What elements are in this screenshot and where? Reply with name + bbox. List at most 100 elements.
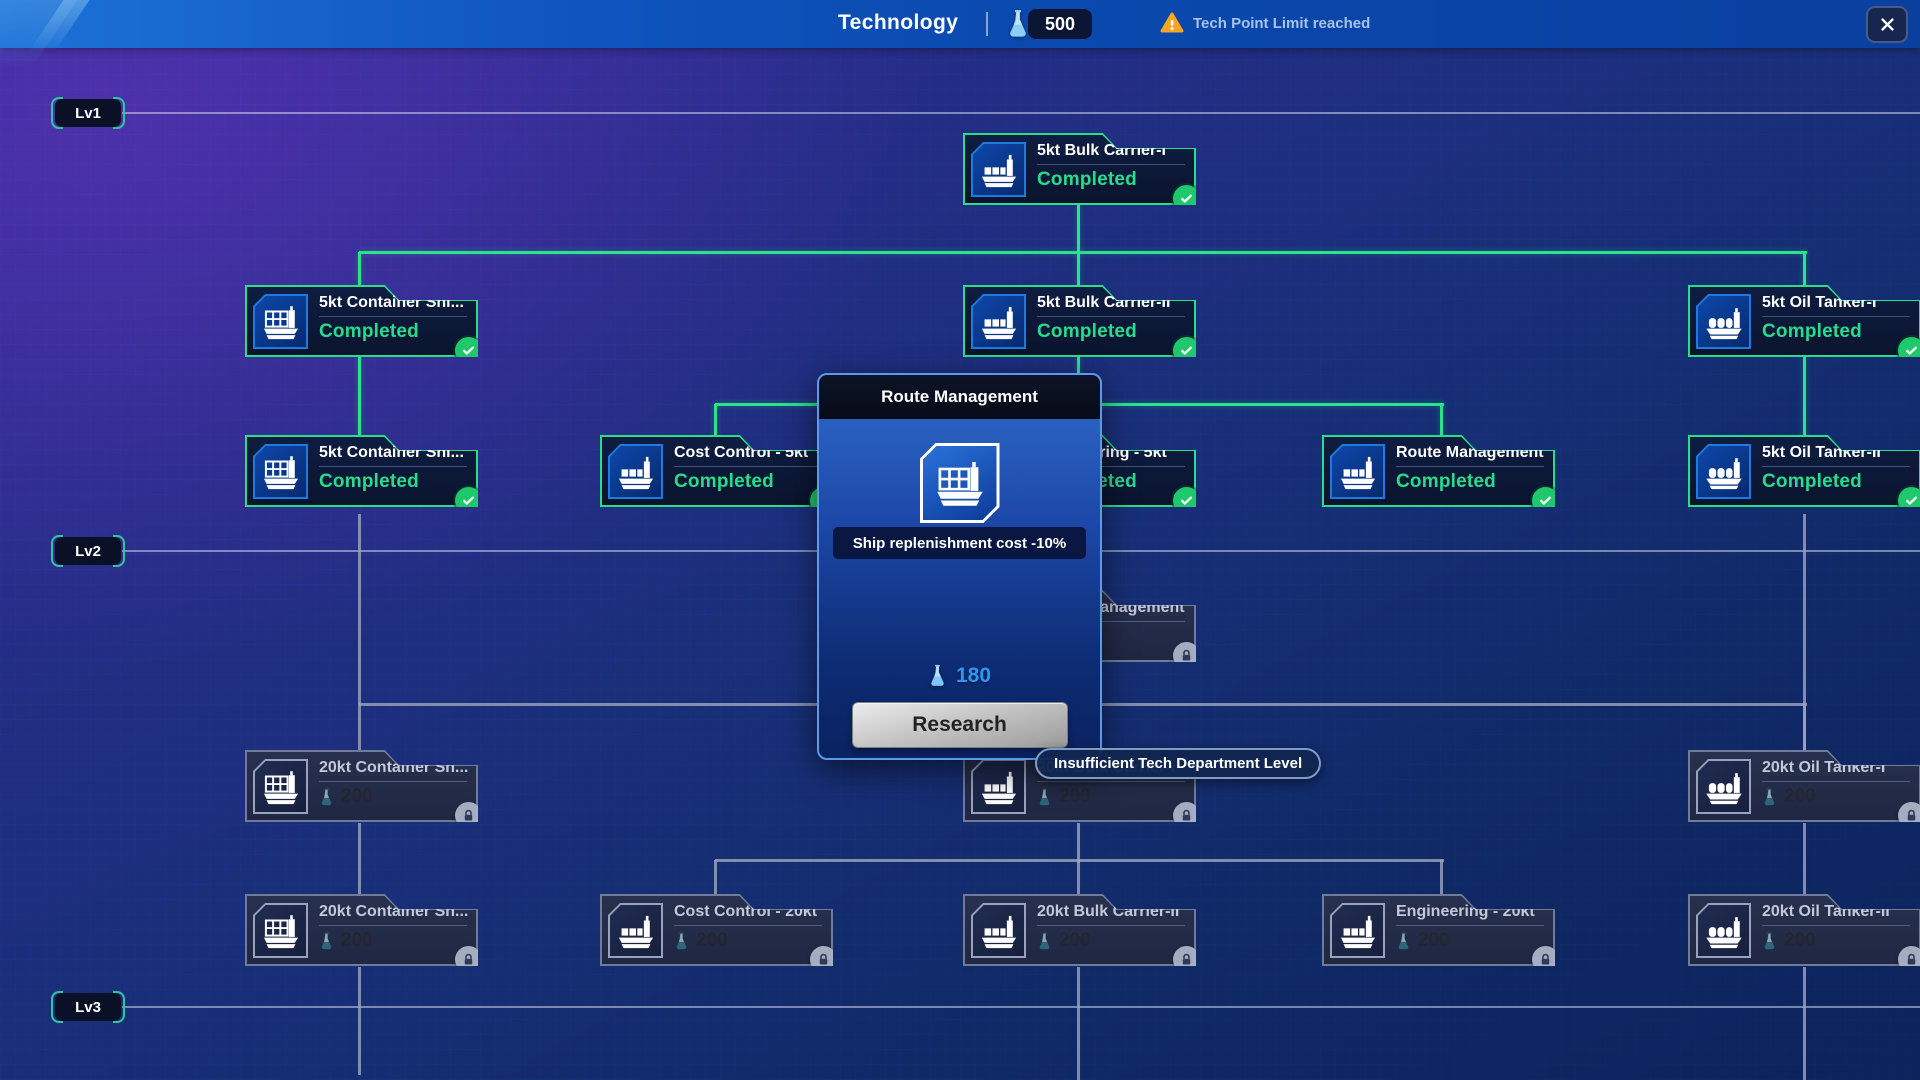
flask-icon	[674, 931, 689, 951]
tree-connector	[1440, 860, 1443, 896]
node-text: 20kt Container Sh... 200	[319, 903, 472, 952]
ship-icon-tile	[253, 759, 308, 814]
ship-icon-tile	[971, 142, 1026, 197]
tree-connector	[358, 357, 361, 437]
ship-icon	[1337, 451, 1379, 493]
title-divider	[1396, 466, 1544, 467]
completed-check-icon	[455, 487, 482, 514]
ship-icon	[1337, 910, 1379, 952]
tech-cost: 200	[319, 786, 472, 808]
title-divider	[319, 316, 467, 317]
lock-icon	[1173, 802, 1200, 829]
tech-node-20kt-bulk-carrier-2[interactable]: 20kt Bulk Carrier-II 200	[963, 894, 1196, 966]
tech-node-5kt-bulk-carrier-1[interactable]: 5kt Bulk Carrier-I Completed	[963, 133, 1196, 205]
popup-ship-icon-tile	[920, 443, 1000, 523]
tech-node-5kt-oil-tanker-1[interactable]: 5kt Oil Tanker-I Completed	[1688, 285, 1920, 357]
ship-icon	[1703, 910, 1745, 952]
node-text: 5kt Bulk Carrier-I Completed	[1037, 142, 1190, 191]
level-label-lv2: Lv2	[55, 537, 121, 565]
tree-connector	[1803, 252, 1806, 288]
popup-effect: Ship replenishment cost -10%	[833, 527, 1086, 559]
tech-status: Completed	[1037, 321, 1190, 343]
title-divider	[1037, 164, 1185, 165]
tech-node-20kt-oil-tanker-1[interactable]: 20kt Oil Tanker-I 200	[1688, 750, 1920, 822]
ship-icon-tile	[1696, 444, 1751, 499]
tech-node-5kt-container-ship-2[interactable]: 5kt Container Shi... Completed	[245, 435, 478, 507]
tree-connector	[358, 823, 361, 896]
title-divider	[674, 466, 822, 467]
tech-cost-value: 200	[1418, 930, 1450, 952]
title-divider	[1037, 316, 1185, 317]
ship-icon	[978, 149, 1020, 191]
tech-node-5kt-bulk-carrier-2[interactable]: 5kt Bulk Carrier-II Completed	[963, 285, 1196, 357]
node-text: 5kt Oil Tanker-II Completed	[1762, 444, 1915, 493]
ship-icon-tile	[1330, 903, 1385, 958]
title-divider	[1037, 781, 1185, 782]
tech-node-engineering-20kt[interactable]: Engineering - 20kt 200	[1322, 894, 1555, 966]
node-text: Cost Control - 5kt Completed	[674, 444, 827, 493]
close-button[interactable]	[1866, 6, 1908, 43]
ship-icon	[260, 301, 302, 343]
node-text: 20kt Oil Tanker-I 200	[1762, 759, 1915, 808]
ship-icon-tile	[971, 759, 1026, 814]
flask-icon	[1037, 787, 1052, 807]
tech-title: 20kt Bulk Carrier-II	[1037, 903, 1190, 921]
level-label-text: Lv1	[75, 105, 101, 122]
lock-icon	[455, 946, 482, 973]
tech-node-20kt-container-ship-1[interactable]: 20kt Container Sh... 200	[245, 750, 478, 822]
node-text: Engineering - 20kt 200	[1396, 903, 1549, 952]
tech-node-cost-control-20kt[interactable]: Cost Control - 20kt 200	[600, 894, 833, 966]
title-divider	[1762, 316, 1910, 317]
ship-icon-tile	[253, 903, 308, 958]
ship-icon	[260, 766, 302, 808]
title-divider	[319, 466, 467, 467]
tree-connector	[714, 860, 717, 896]
tech-node-cost-control-5kt[interactable]: Cost Control - 5kt Completed	[600, 435, 833, 507]
tech-node-route-management[interactable]: Route Management Completed	[1322, 435, 1555, 507]
node-text: Cost Control - 20kt 200	[674, 903, 827, 952]
title-divider	[1762, 466, 1910, 467]
level-ruler-lv1	[122, 112, 1920, 114]
tree-connector	[1803, 704, 1806, 752]
research-button[interactable]: Research	[852, 702, 1068, 748]
tech-cost: 200	[1037, 786, 1190, 808]
title-divider	[1037, 925, 1185, 926]
tech-cost: 200	[1396, 930, 1549, 952]
level-label-lv3: Lv3	[55, 993, 121, 1021]
tech-points-value: 500	[1028, 9, 1092, 39]
tech-node-20kt-oil-tanker-2[interactable]: 20kt Oil Tanker-II 200	[1688, 894, 1920, 966]
ship-icon	[615, 451, 657, 493]
warning-icon	[1160, 11, 1184, 35]
ship-icon	[978, 301, 1020, 343]
completed-check-icon	[1898, 337, 1920, 364]
tree-connector	[1803, 967, 1806, 1080]
completed-check-icon	[1532, 487, 1559, 514]
title-divider	[1396, 925, 1544, 926]
tech-node-20kt-container-ship-2[interactable]: 20kt Container Sh... 200	[245, 894, 478, 966]
tech-title: 5kt Bulk Carrier-I	[1037, 142, 1190, 160]
tech-cost-value: 200	[1784, 786, 1816, 808]
tech-title: 5kt Oil Tanker-I	[1762, 294, 1915, 312]
tree-connector	[358, 514, 361, 752]
popup-cost: 180	[819, 663, 1100, 688]
tech-node-5kt-oil-tanker-2[interactable]: 5kt Oil Tanker-II Completed	[1688, 435, 1920, 507]
tech-title: Engineering - 20kt	[1396, 903, 1549, 921]
insufficient-level-tooltip: Insufficient Tech Department Level	[1035, 748, 1321, 779]
completed-check-icon	[1173, 185, 1200, 212]
header-divider	[986, 12, 988, 36]
node-text: 5kt Bulk Carrier-II Completed	[1037, 294, 1190, 343]
node-text: 20kt Container Sh... 200	[319, 759, 472, 808]
ship-icon	[260, 910, 302, 952]
ship-icon-tile	[1696, 294, 1751, 349]
flask-icon	[1396, 931, 1411, 951]
ship-icon	[615, 910, 657, 952]
ship-icon-tile	[1330, 444, 1385, 499]
tech-status: Completed	[1037, 169, 1190, 191]
tree-connector	[714, 404, 717, 437]
tech-cost-value: 200	[341, 786, 373, 808]
ship-icon	[978, 766, 1020, 808]
tech-node-5kt-container-ship-1[interactable]: 5kt Container Shi... Completed	[245, 285, 478, 357]
title-divider	[674, 925, 822, 926]
flask-icon	[319, 787, 334, 807]
tree-connector	[1077, 967, 1080, 1080]
